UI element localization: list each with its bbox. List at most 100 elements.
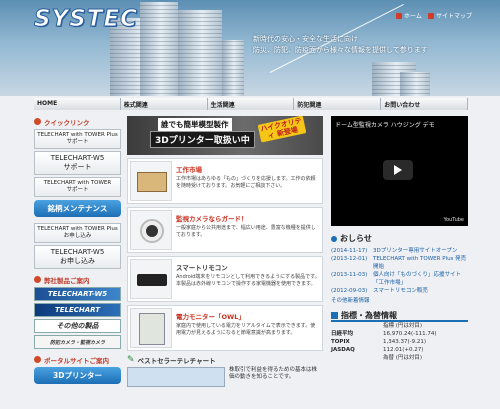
bestseller-text: 株取引で利益を得るための基本は株 価の動きを知ることです。: [225, 367, 317, 387]
promo-tag: ハイクオリティ 新登場: [257, 116, 307, 143]
bestseller-text-line: 株取引で利益を得るための基本は株: [229, 367, 318, 373]
bullet-icon: [34, 276, 41, 283]
card-image: [130, 308, 172, 348]
button-sublabel: お申し込み: [63, 233, 92, 239]
main-content: 誰でも簡単模型製作 3Dプリンター取扱い中 ハイクオリティ 新登場 工作市場 工…: [127, 116, 323, 387]
sitemap-link-label[interactable]: サイトマップ: [436, 11, 472, 20]
news-title: おしらせ: [340, 234, 372, 243]
market-value: 為替 (円は対目): [383, 355, 423, 361]
telechart-screenshot[interactable]: [127, 367, 225, 387]
button-label: TELECHART with TOWER: [43, 180, 112, 186]
building-image: [222, 40, 244, 96]
news-item[interactable]: (2013-11-03) 個人向け「ものづくり」応援サイト「工作市場」: [331, 271, 468, 287]
news-more-link[interactable]: その他新着情報: [331, 296, 468, 304]
market-label: [331, 354, 383, 362]
bullet-icon: [428, 12, 434, 19]
tagline-line: 新時代の安心・安全な生活に向け: [253, 35, 358, 43]
support-button-w5[interactable]: TELECHART-W5 サポート: [34, 151, 121, 175]
video-player[interactable]: ドーム型監視カメラ ハウジング デモ YouTube: [331, 116, 468, 226]
news-list: (2014-11-17) 3Dプリンター専用サイトオープン (2013-12-0…: [331, 247, 468, 304]
card-title[interactable]: 監視カメラならガード！: [176, 213, 320, 223]
bestseller-row: 株取引で利益を得るための基本は株 価の動きを知ることです。: [127, 367, 323, 387]
nav-contact[interactable]: お問い合わせ: [381, 98, 468, 110]
tagline-line: 防災、防犯、防疫面から様々な情報を提供して参ります: [253, 46, 428, 54]
news-link[interactable]: 3Dプリンター専用サイトオープン: [373, 247, 457, 255]
nav-security[interactable]: 防犯関連: [294, 98, 382, 110]
nav-stocks[interactable]: 株式関連: [120, 98, 208, 110]
product-banner-other[interactable]: その他の製品: [34, 319, 121, 333]
sitemap-link[interactable]: サイトマップ: [428, 11, 472, 20]
news-link[interactable]: 個人向け「ものづくり」応援サイト「工作市場」: [373, 271, 468, 287]
home-link[interactable]: ホーム: [396, 11, 422, 20]
card-image: [130, 259, 172, 299]
play-icon[interactable]: [383, 160, 413, 180]
building-image: [178, 10, 222, 96]
bestseller-title: ベストセラーテレチャート: [137, 357, 216, 365]
card-image: [130, 161, 172, 201]
card-text: Android端末をリモコンとして利用できるようにする製品です。本製品は赤外線リ…: [176, 274, 320, 287]
card-title[interactable]: スマートリモコン: [176, 262, 320, 272]
bullet-icon: [396, 12, 402, 19]
news-link[interactable]: TELECHART with TOWER Plus 発売開始: [373, 255, 468, 271]
news-item[interactable]: (2013-12-01) TELECHART with TOWER Plus 発…: [331, 255, 468, 271]
bestseller-text-line: 価の動きを知ることです。: [229, 374, 295, 380]
card-text: 家庭内で使用している電力をリアルタイムで表示できます。使用電力が見えるようになる…: [176, 323, 316, 336]
youtube-logo[interactable]: YouTube: [444, 217, 464, 223]
building-image: [400, 72, 430, 96]
market-value: 1,343.37(-9.21): [383, 339, 427, 345]
maintenance-banner[interactable]: 銘柄メンテナンス: [34, 200, 121, 217]
promo-banner-3dprinter[interactable]: 誰でも簡単模型製作 3Dプリンター取扱い中 ハイクオリティ 新登場: [127, 116, 323, 155]
button-label: TELECHART with TOWER Plus: [37, 226, 118, 232]
product-banner-camera[interactable]: 防犯カメラ・監視カメラ: [34, 335, 121, 349]
card-kousaku[interactable]: 工作市場 工作市場はあらゆる「もの」づくりを応援します。工作の依頼を随時受けてお…: [127, 158, 323, 204]
market-subheader: 指標 (円は対目): [383, 323, 423, 329]
news-item[interactable]: (2014-11-17) 3Dプリンター専用サイトオープン: [331, 247, 468, 255]
card-remote[interactable]: スマートリモコン Android端末をリモコンとして利用できるようにする製品です…: [127, 256, 323, 302]
market-value: 112.01(+0.27): [383, 347, 424, 353]
button-label: TELECHART-W5: [50, 248, 105, 256]
bullet-icon: [331, 311, 338, 319]
site-logo[interactable]: SYSTEC: [33, 6, 138, 33]
bestseller-heading: ✎ ベストセラーテレチャート: [127, 355, 323, 365]
market-title: 指標・為替情報: [341, 310, 397, 320]
product-banner-w5[interactable]: TELECHART-W5: [34, 287, 121, 301]
main-nav: HOME 株式関連 生活関連 防犯関連 お問い合わせ: [34, 98, 468, 110]
inquiry-button-w5[interactable]: TELECHART-W5 お申し込み: [34, 245, 121, 269]
card-text: 一般家庭から公共用途まで、幅広い用途、豊富な機種を提供しております。: [176, 225, 316, 238]
card-image: [130, 210, 172, 250]
market-label: TOPIX: [331, 339, 350, 345]
home-link-label[interactable]: ホーム: [404, 11, 422, 20]
nav-home[interactable]: HOME: [34, 98, 121, 110]
card-title[interactable]: 電力モニター「OWL」: [176, 311, 320, 321]
card-camera[interactable]: 監視カメラならガード！ 一般家庭から公共用途まで、幅広い用途、豊富な機種を提供し…: [127, 207, 323, 253]
button-label: TELECHART-W5: [50, 154, 105, 162]
building-image: [140, 2, 178, 96]
card-text: 工作市場はあらゆる「もの」づくりを応援します。工作の依頼を随時受けております。お…: [176, 176, 316, 189]
left-sidebar: クイックリンク TELECHART with TOWER Plus サポート T…: [34, 116, 121, 384]
pencil-icon: ✎: [127, 355, 135, 365]
product-banner-telechart[interactable]: TELECHART: [34, 303, 121, 317]
site-header: SYSTEC ホーム サイトマップ 新時代の安心・安全な生活に向け 防災、防犯、…: [0, 0, 500, 96]
quicklink-title-label: クイックリンク: [44, 118, 90, 127]
news-heading: おしらせ: [331, 233, 468, 244]
portal-banner-3d[interactable]: 3Dプリンター: [34, 367, 121, 384]
card-owl[interactable]: 電力モニター「OWL」 家庭内で使用している電力をリアルタイムで表示できます。使…: [127, 305, 323, 351]
portal-title: ポータルサイトご案内: [34, 354, 121, 365]
products-title: 弊社製品ご案内: [34, 274, 121, 285]
news-link[interactable]: スマートリモコン販売: [373, 287, 428, 295]
nav-life[interactable]: 生活関連: [207, 98, 295, 110]
promo-headline: 誰でも簡単模型製作: [158, 118, 232, 131]
button-sublabel: お申し込み: [60, 257, 95, 265]
portal-title-label: ポータルサイトご案内: [44, 356, 109, 365]
support-button-tower-plus[interactable]: TELECHART with TOWER Plus サポート: [34, 129, 121, 149]
support-button-tower[interactable]: TELECHART with TOWER サポート: [34, 177, 121, 197]
card-title[interactable]: 工作市場: [176, 164, 320, 174]
market-row: 日経平均 16,970.24(-111.74): [331, 330, 468, 338]
news-item[interactable]: (2012-09-03) スマートリモコン販売: [331, 287, 468, 295]
bullet-icon: [34, 118, 41, 125]
button-sublabel: サポート: [63, 163, 92, 171]
market-value: 16,970.24(-111.74): [383, 331, 437, 337]
quicklink-title: クイックリンク: [34, 116, 121, 127]
tagline: 新時代の安心・安全な生活に向け 防災、防犯、防疫面から様々な情報を提供して参りま…: [253, 34, 428, 56]
inquiry-button-tower-plus[interactable]: TELECHART with TOWER Plus お申し込み: [34, 223, 121, 243]
